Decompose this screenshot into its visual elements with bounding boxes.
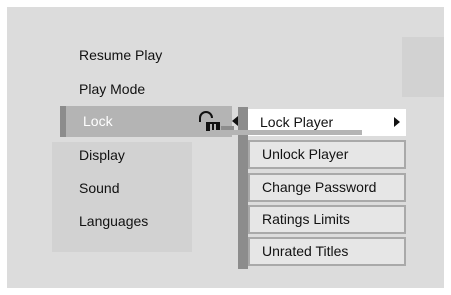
submenu-item-ratings-limits[interactable]: Ratings Limits bbox=[248, 205, 406, 234]
submenu-item-unlock-player[interactable]: Unlock Player bbox=[248, 140, 406, 169]
triangle-right-icon bbox=[394, 117, 400, 127]
submenu-item-label: Unlock Player bbox=[262, 146, 349, 162]
menu-item-display[interactable]: Display bbox=[79, 145, 125, 165]
background-shade bbox=[402, 37, 444, 97]
menu-item-sound[interactable]: Sound bbox=[79, 178, 119, 198]
menu-item-resume-play[interactable]: Resume Play bbox=[79, 45, 162, 65]
menu-item-lock[interactable]: Lock bbox=[60, 106, 234, 137]
menu-item-lock-label: Lock bbox=[83, 113, 113, 129]
menu-item-play-mode[interactable]: Play Mode bbox=[79, 79, 145, 99]
menu-item-languages[interactable]: Languages bbox=[79, 211, 148, 231]
submenu-item-label: Change Password bbox=[262, 179, 377, 195]
submenu-item-label: Lock Player bbox=[260, 114, 334, 130]
submenu-item-change-password[interactable]: Change Password bbox=[248, 173, 406, 202]
submenu-item-unrated-titles[interactable]: Unrated Titles bbox=[248, 237, 406, 266]
submenu-item-label: Unrated Titles bbox=[262, 243, 349, 259]
selection-underline bbox=[210, 130, 362, 135]
submenu-item-label: Ratings Limits bbox=[262, 211, 350, 227]
